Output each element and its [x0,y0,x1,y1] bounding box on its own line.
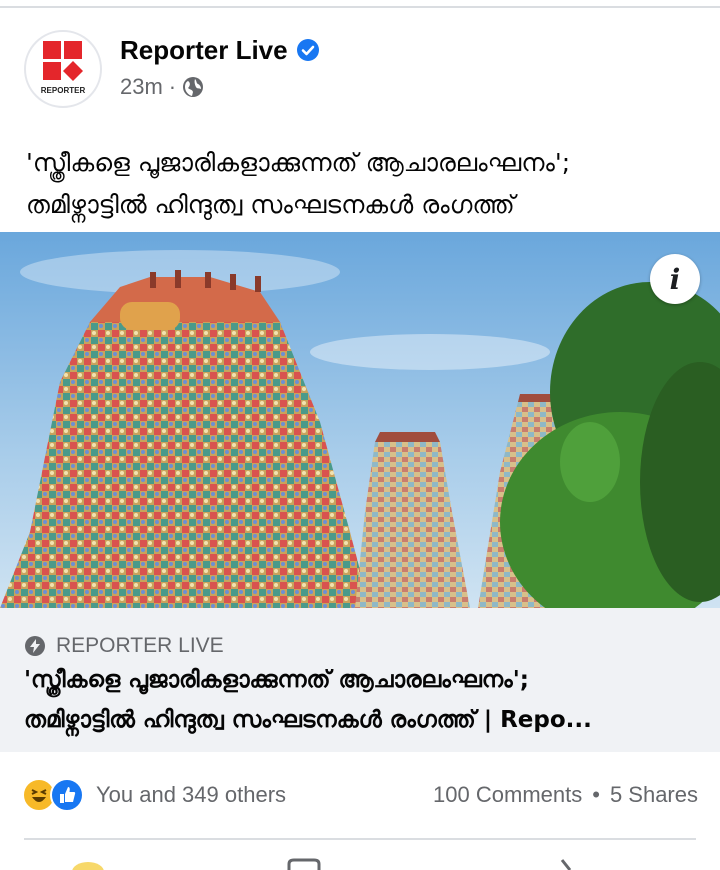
comment-action-icon[interactable] [286,858,322,870]
post-text-line-2: തമിഴ്നാട്ടില്‍ ഹിന്ദുത്വ സംഘടനകള്‍ രംഗത്… [26,190,515,219]
link-source-name: REPORTER LIVE [56,634,224,657]
post-photo[interactable]: i [0,232,720,608]
actions-divider [24,838,696,840]
link-source: REPORTER LIVE [24,634,224,658]
post-text: 'സ്ത്രീകളെ പൂജാരികളാക്കുന്നത് ആചാരലംഘനം'… [26,142,696,226]
link-title-line-1: 'സ്ത്രീകളെ പൂജാരികളാക്കുന്നത് ആചാരലംഘനം'… [24,667,529,693]
like-action-icon[interactable] [70,858,106,870]
page-name[interactable]: Reporter Live [120,35,288,66]
engagement-bar: You and 349 others 100 Comments • 5 Shar… [22,772,698,818]
verified-badge-icon [296,39,319,61]
avatar-logo-text: REPORTER [41,86,86,95]
top-divider [0,6,720,8]
post-meta: 23m · [120,74,204,100]
shares-count[interactable]: 5 Shares [610,782,698,808]
engagement-counts: 100 Comments • 5 Shares [433,782,698,808]
link-preview-card[interactable]: REPORTER LIVE 'സ്ത്രീകളെ പൂജാരികളാക്കുന്… [0,608,720,752]
page-name-row: Reporter Live [120,34,320,66]
post-time[interactable]: 23m [120,74,163,100]
info-icon: i [669,262,681,296]
reporter-logo-icon: REPORTER [41,41,86,95]
info-button[interactable]: i [650,254,700,304]
page-avatar[interactable]: REPORTER [24,30,102,108]
globe-icon[interactable] [182,76,204,98]
post-header: REPORTER Reporter Live 23m · [24,30,704,110]
post-text-line-1: 'സ്ത്രീകളെ പൂജാരികളാക്കുന്നത് ആചാരലംഘനം'… [26,148,571,177]
reaction-icons[interactable] [22,778,96,812]
temple-photo [0,232,720,608]
link-title[interactable]: 'സ്ത്രീകളെ പൂജാരികളാക്കുന്നത് ആചാരലംഘനം'… [24,660,704,740]
link-title-line-2: തമിഴ്നാട്ടില്‍ ഹിന്ദുത്വ സംഘടനകള്‍ രംഗത്… [24,707,592,733]
meta-separator: · [168,74,177,99]
reactions-summary[interactable]: You and 349 others [96,782,286,808]
counts-separator: • [592,782,600,807]
share-action-icon[interactable] [556,858,576,870]
bolt-icon [25,636,45,656]
like-reaction-icon [50,778,84,812]
comments-count[interactable]: 100 Comments [433,782,582,808]
